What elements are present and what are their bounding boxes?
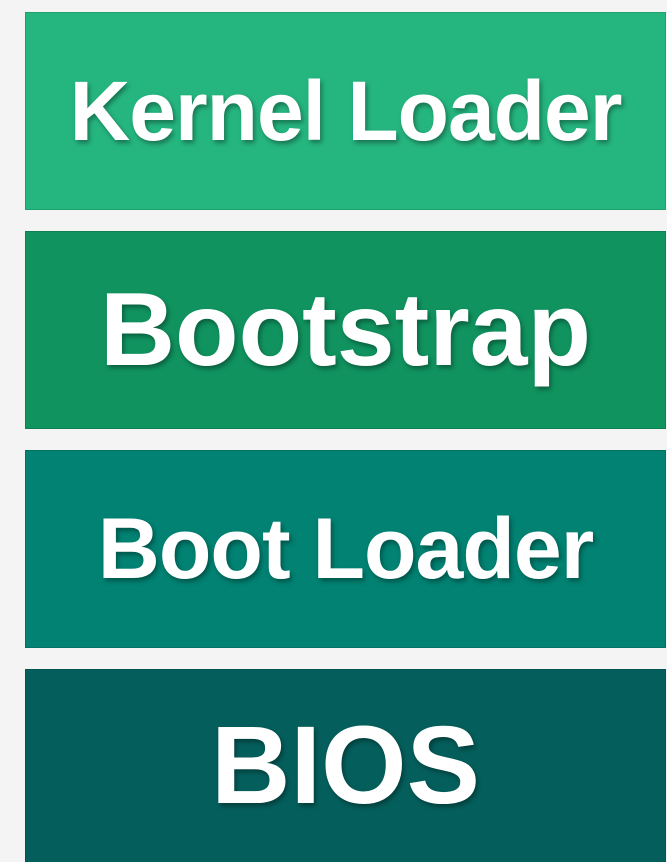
layer-kernel-loader: Kernel Loader	[25, 12, 666, 210]
layer-label: Boot Loader	[97, 501, 594, 597]
layer-label: BIOS	[211, 704, 480, 827]
layer-bootstrap: Bootstrap	[25, 231, 666, 429]
layer-boot-loader: Boot Loader	[25, 450, 666, 648]
layer-label: Kernel Loader	[69, 64, 623, 158]
layer-label: Bootstrap	[99, 272, 592, 388]
layer-bios: BIOS	[25, 669, 666, 862]
